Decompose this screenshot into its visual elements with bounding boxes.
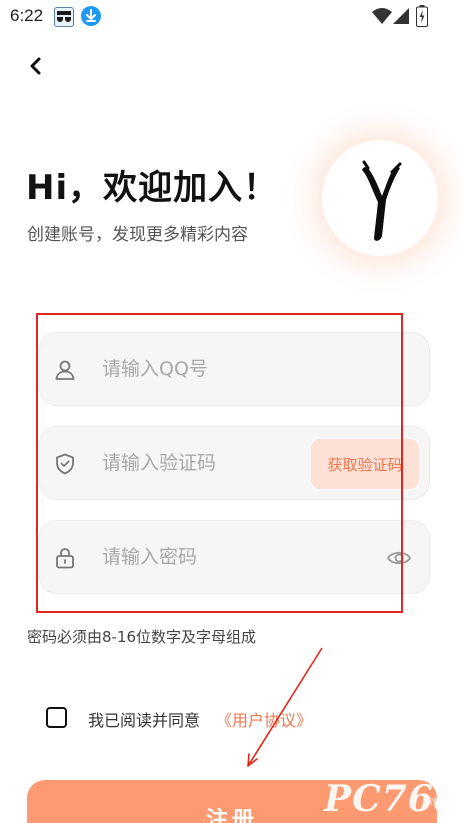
watermark-small: 软件 bbox=[425, 797, 441, 806]
annotation-arrow bbox=[247, 647, 323, 767]
